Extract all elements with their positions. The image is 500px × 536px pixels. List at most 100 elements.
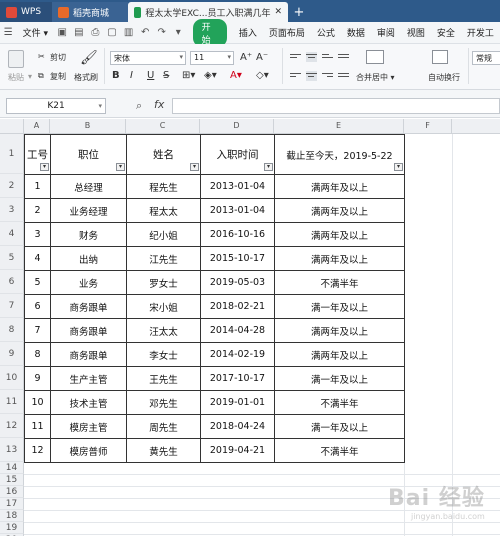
menu-formulas[interactable]: 公式 xyxy=(311,26,341,39)
cell-employee-id[interactable]: 1 xyxy=(25,175,50,198)
column-header-c[interactable]: C xyxy=(126,119,200,134)
merge-center-button[interactable]: 合并居中 ▾ xyxy=(356,72,395,83)
menu-file[interactable]: 文件 ▾ xyxy=(17,26,54,39)
cell-name[interactable]: 程先生 xyxy=(127,175,200,198)
undo-icon[interactable]: ↶ xyxy=(139,27,152,39)
hamburger-icon[interactable]: ☰ xyxy=(2,27,15,39)
cell-position[interactable]: 模房普师 xyxy=(51,439,126,462)
header-cell-tenure[interactable]: 截止至今天，2019-5-22 xyxy=(275,135,404,174)
row-header[interactable]: 2 xyxy=(0,174,24,198)
cell-hire-date[interactable]: 2017-10-17 xyxy=(201,367,274,390)
tab-wps[interactable]: WPS xyxy=(0,2,52,22)
filter-dropdown-icon[interactable]: ▾ xyxy=(40,163,49,171)
row-header[interactable]: 8 xyxy=(0,318,24,342)
row-header[interactable]: 14 xyxy=(0,462,24,474)
cell-position[interactable]: 商务跟单 xyxy=(51,295,126,318)
cell-hire-date[interactable]: 2018-04-24 xyxy=(201,415,274,438)
paste-icon[interactable] xyxy=(8,50,24,68)
copy-button[interactable]: 复制 xyxy=(50,71,66,82)
cell-name[interactable]: 黄先生 xyxy=(127,439,200,462)
cell-position[interactable]: 出纳 xyxy=(51,247,126,270)
cell-name[interactable]: 王先生 xyxy=(127,367,200,390)
underline-icon[interactable]: U xyxy=(147,70,154,81)
bold-icon[interactable]: B xyxy=(112,70,120,81)
cell-employee-id[interactable]: 6 xyxy=(25,295,50,318)
cell-name[interactable]: 汪太太 xyxy=(127,319,200,342)
cell-position[interactable]: 总经理 xyxy=(51,175,126,198)
close-tab-icon[interactable]: ✕ xyxy=(270,7,282,17)
export-icon[interactable]: ▥ xyxy=(122,27,135,39)
fill-color-icon[interactable]: ◈▾ xyxy=(204,70,217,81)
cell-tenure[interactable]: 满两年及以上 xyxy=(275,247,404,270)
cell-position[interactable]: 商务跟单 xyxy=(51,343,126,366)
font-size-select[interactable]: 11 ▾ xyxy=(190,51,234,65)
grow-font-icon[interactable]: A⁺ xyxy=(240,52,252,63)
cell-employee-id[interactable]: 9 xyxy=(25,367,50,390)
row-header[interactable]: 4 xyxy=(0,222,24,246)
cell-tenure[interactable]: 满两年及以上 xyxy=(275,199,404,222)
strikethrough-icon[interactable]: S̶ xyxy=(163,70,169,81)
format-painter-button[interactable]: 格式刷 xyxy=(74,72,98,83)
shrink-font-icon[interactable]: A⁻ xyxy=(256,52,268,63)
align-bottom-icon[interactable] xyxy=(322,52,333,62)
row-header[interactable]: 12 xyxy=(0,414,24,438)
border-icon[interactable]: ⊞▾ xyxy=(182,70,195,81)
cell-tenure[interactable]: 满一年及以上 xyxy=(275,367,404,390)
menu-start[interactable]: 开始 xyxy=(192,18,227,47)
justify-icon[interactable] xyxy=(338,71,349,81)
row-header[interactable]: 3 xyxy=(0,198,24,222)
cell-hire-date[interactable]: 2013-01-04 xyxy=(201,175,274,198)
filter-dropdown-icon[interactable]: ▾ xyxy=(394,163,403,171)
row-header[interactable]: 9 xyxy=(0,342,24,366)
row-header[interactable]: 13 xyxy=(0,438,24,462)
row-header[interactable]: 7 xyxy=(0,294,24,318)
cell-employee-id[interactable]: 8 xyxy=(25,343,50,366)
zoom-search-icon[interactable]: ⌕ xyxy=(136,99,142,113)
row-header[interactable]: 6 xyxy=(0,270,24,294)
cell-employee-id[interactable]: 11 xyxy=(25,415,50,438)
cell-employee-id[interactable]: 7 xyxy=(25,319,50,342)
copy-icon[interactable]: ⧉ xyxy=(38,71,44,81)
tab-daoke-mall[interactable]: 稻壳商城 xyxy=(52,2,128,22)
cell-hire-date[interactable]: 2014-02-19 xyxy=(201,343,274,366)
row-header[interactable]: 18 xyxy=(0,510,24,522)
column-header-f[interactable]: F xyxy=(404,119,452,134)
save-icon[interactable]: ▣ xyxy=(56,27,69,39)
print-icon[interactable]: ⎙ xyxy=(89,27,102,39)
row-header[interactable]: 1 xyxy=(0,134,24,174)
cell-name[interactable]: 罗女士 xyxy=(127,271,200,294)
wrap-lines-icon[interactable] xyxy=(338,52,349,62)
cell-tenure[interactable]: 满两年及以上 xyxy=(275,223,404,246)
cell-employee-id[interactable]: 4 xyxy=(25,247,50,270)
align-top-icon[interactable] xyxy=(290,52,301,62)
cell-hire-date[interactable]: 2015-10-17 xyxy=(201,247,274,270)
format-painter-icon[interactable]: 🖌 xyxy=(80,50,98,66)
cell-position[interactable]: 技术主管 xyxy=(51,391,126,414)
new-tab-button[interactable]: + xyxy=(288,2,310,22)
paste-button[interactable]: 粘贴 xyxy=(8,72,24,83)
wrap-text-icon[interactable] xyxy=(432,50,448,64)
cell-hire-date[interactable]: 2014-04-28 xyxy=(201,319,274,342)
row-header[interactable]: 11 xyxy=(0,390,24,414)
cell-tenure[interactable]: 不满半年 xyxy=(275,391,404,414)
column-header-e[interactable]: E xyxy=(274,119,404,134)
redo-icon[interactable]: ↷ xyxy=(155,27,168,39)
cell-name[interactable]: 宋小姐 xyxy=(127,295,200,318)
cell-employee-id[interactable]: 10 xyxy=(25,391,50,414)
italic-icon[interactable]: I xyxy=(130,70,133,81)
menu-developer[interactable]: 开发工 xyxy=(461,26,500,39)
filter-dropdown-icon[interactable]: ▾ xyxy=(264,163,273,171)
cut-icon[interactable]: ✂ xyxy=(38,52,45,61)
row-header[interactable]: 19 xyxy=(0,522,24,534)
cell-position[interactable]: 业务经理 xyxy=(51,199,126,222)
cell-tenure[interactable]: 满两年及以上 xyxy=(275,319,404,342)
row-header[interactable]: 10 xyxy=(0,366,24,390)
cell-name[interactable]: 纪小姐 xyxy=(127,223,200,246)
cell-name[interactable]: 李女士 xyxy=(127,343,200,366)
menu-view[interactable]: 视图 xyxy=(401,26,431,39)
cell-tenure[interactable]: 不满半年 xyxy=(275,439,404,462)
merge-center-icon[interactable] xyxy=(366,50,384,64)
align-left-icon[interactable] xyxy=(290,71,301,81)
row-header[interactable]: 5 xyxy=(0,246,24,270)
column-header-a[interactable]: A xyxy=(24,119,50,134)
